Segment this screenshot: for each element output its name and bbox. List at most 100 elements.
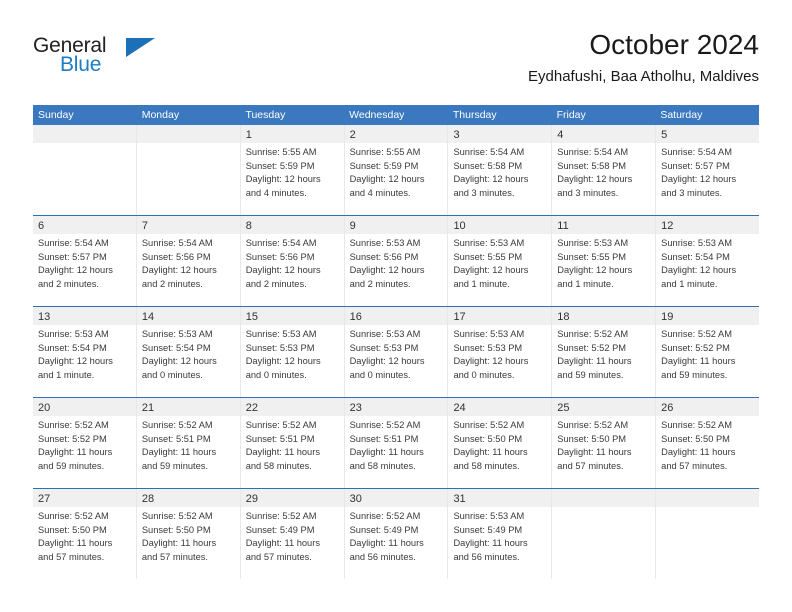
day-sunrise-text: Sunrise: 5:52 AM [38,420,109,430]
day-sunset-text: Sunset: 5:50 PM [661,433,730,444]
day-sunset-text: Sunset: 5:55 PM [557,251,627,262]
calendar-day-cell[interactable]: 1 Sunrise: 5:55 AM Sunset: 5:59 PM Daylight… [240,125,345,215]
day-daylight-line1-text: Daylight: 12 hours [661,174,737,185]
calendar-day-cell[interactable]: 4 Sunrise: 5:54 AM Sunset: 5:58 PM Daylight… [552,125,657,215]
day-sunset-text: Sunset: 5:50 PM [453,433,523,444]
day-daylight-line1-text: Daylight: 12 hours [349,174,425,185]
day-sunset-text: Sunset: 5:55 PM [453,251,523,262]
calendar-day-cell[interactable]: 22 Sunrise: 5:52 AM Sunset: 5:51 PM Dayligh… [240,398,345,488]
weekday-header-saturday: Saturday [660,109,703,121]
calendar-day-cell[interactable]: 26 Sunrise: 5:52 AM Sunset: 5:50 PM Dayligh… [656,398,760,488]
day-daylight-line1-text: Daylight: 12 hours [349,356,425,367]
calendar-day-cell[interactable]: 13 Sunrise: 5:53 AM Sunset: 5:54 PM Dayligh… [33,307,137,397]
day-sun-info: Sunrise: 5:52 AM Sunset: 5:49 PM Daylight:… [241,507,344,564]
page-header: General Blue October 2024 Eydhafushi, Ba… [33,28,759,98]
day-sun-info: Sunrise: 5:52 AM Sunset: 5:51 PM Daylight:… [345,416,448,473]
calendar-day-cell[interactable]: 23 Sunrise: 5:52 AM Sunset: 5:51 PM Dayligh… [344,398,449,488]
day-daylight-line2-text: and 59 minutes. [557,369,624,380]
day-number-band: 14 [136,307,240,325]
day-number-band: 28 [136,489,240,507]
day-number-band: 17 [448,307,552,325]
calendar-day-cell[interactable]: 3 Sunrise: 5:54 AM Sunset: 5:58 PM Daylight… [448,125,553,215]
day-sun-info: Sunrise: 5:52 AM Sunset: 5:50 PM Daylight:… [552,416,655,473]
day-sunset-text: Sunset: 5:57 PM [661,160,730,171]
day-daylight-line1-text: Daylight: 11 hours [661,356,736,367]
day-sunrise-text: Sunrise: 5:53 AM [557,238,629,248]
day-daylight-line1-text: Daylight: 12 hours [453,356,529,367]
calendar-day-cell[interactable]: 14 Sunrise: 5:53 AM Sunset: 5:54 PM Dayligh… [136,307,241,397]
calendar-day-cell[interactable]: 20 Sunrise: 5:52 AM Sunset: 5:52 PM Dayligh… [33,398,137,488]
day-daylight-line2-text: and 0 minutes. [245,369,307,380]
day-daylight-line1-text: Daylight: 11 hours [38,538,113,549]
day-number: 4 [557,129,564,141]
day-daylight-line2-text: and 4 minutes. [349,187,411,198]
calendar-day-cell[interactable]: 10 Sunrise: 5:53 AM Sunset: 5:55 PM Dayligh… [448,216,553,306]
calendar-day-cell[interactable]: 31 Sunrise: 5:53 AM Sunset: 5:49 PM Dayligh… [448,489,553,579]
day-number-band: 27 [33,489,136,507]
day-daylight-line1-text: Daylight: 11 hours [141,538,217,549]
day-daylight-line1-text: Daylight: 12 hours [245,174,321,185]
calendar-day-cell-empty [136,125,241,215]
day-number-band: 18 [552,307,656,325]
day-number: 20 [38,402,51,414]
day-sun-info: Sunrise: 5:52 AM Sunset: 5:49 PM Daylight:… [345,507,448,564]
day-daylight-line1-text: Daylight: 12 hours [557,174,633,185]
day-number: 27 [38,493,51,505]
weekday-header-thursday: Thursday [452,109,497,121]
calendar-day-cell[interactable]: 12 Sunrise: 5:53 AM Sunset: 5:54 PM Dayligh… [656,216,760,306]
day-daylight-line1-text: Daylight: 11 hours [349,447,424,458]
day-sunset-text: Sunset: 5:51 PM [349,433,419,444]
calendar-day-cell[interactable]: 21 Sunrise: 5:52 AM Sunset: 5:51 PM Dayligh… [136,398,241,488]
day-daylight-line1-text: Daylight: 12 hours [141,356,217,367]
calendar-week-row: 27 Sunrise: 5:52 AM Sunset: 5:50 PM Dayligh… [33,488,760,579]
calendar-day-cell[interactable]: 29 Sunrise: 5:52 AM Sunset: 5:49 PM Dayligh… [240,489,345,579]
day-sun-info: Sunrise: 5:52 AM Sunset: 5:51 PM Daylight:… [137,416,240,473]
day-daylight-line1-text: Daylight: 12 hours [661,265,737,276]
calendar-day-cell[interactable]: 25 Sunrise: 5:52 AM Sunset: 5:50 PM Dayligh… [552,398,657,488]
day-daylight-line2-text: and 2 minutes. [245,278,307,289]
day-daylight-line2-text: and 4 minutes. [245,187,307,198]
day-daylight-line2-text: and 59 minutes. [141,460,209,471]
calendar-day-cell[interactable]: 11 Sunrise: 5:53 AM Sunset: 5:55 PM Dayligh… [552,216,657,306]
calendar-day-cell[interactable]: 6 Sunrise: 5:54 AM Sunset: 5:57 PM Daylight… [33,216,137,306]
day-number-band: 29 [240,489,344,507]
calendar-day-cell[interactable]: 17 Sunrise: 5:53 AM Sunset: 5:53 PM Dayligh… [448,307,553,397]
day-number-band: 12 [656,216,760,234]
day-sun-info: Sunrise: 5:53 AM Sunset: 5:54 PM Daylight:… [33,325,136,382]
calendar-day-cell[interactable]: 15 Sunrise: 5:53 AM Sunset: 5:53 PM Dayligh… [240,307,345,397]
calendar-day-cell[interactable]: 16 Sunrise: 5:53 AM Sunset: 5:53 PM Dayligh… [344,307,449,397]
calendar-day-cell[interactable]: 28 Sunrise: 5:52 AM Sunset: 5:50 PM Dayligh… [136,489,241,579]
day-daylight-line2-text: and 0 minutes. [141,369,203,380]
day-sunrise-text: Sunrise: 5:54 AM [245,238,317,248]
calendar-day-cell[interactable]: 24 Sunrise: 5:52 AM Sunset: 5:50 PM Dayligh… [448,398,553,488]
calendar-day-cell-empty [552,489,657,579]
day-sun-info: Sunrise: 5:54 AM Sunset: 5:56 PM Daylight:… [241,234,344,291]
day-number: 9 [349,220,356,232]
day-sunset-text: Sunset: 5:49 PM [349,524,419,535]
day-sunrise-text: Sunrise: 5:54 AM [141,238,213,248]
day-number: 19 [661,311,674,323]
calendar-day-cell[interactable]: 2 Sunrise: 5:55 AM Sunset: 5:59 PM Daylight… [344,125,449,215]
calendar-day-cell[interactable]: 5 Sunrise: 5:54 AM Sunset: 5:57 PM Daylight… [656,125,760,215]
calendar-day-cell[interactable]: 27 Sunrise: 5:52 AM Sunset: 5:50 PM Dayligh… [33,489,137,579]
day-number-band: 4 [552,125,656,143]
calendar-day-cell[interactable]: 19 Sunrise: 5:52 AM Sunset: 5:52 PM Dayligh… [656,307,760,397]
day-daylight-line2-text: and 57 minutes. [557,460,624,471]
calendar-day-cell[interactable]: 30 Sunrise: 5:52 AM Sunset: 5:49 PM Dayligh… [344,489,449,579]
day-daylight-line1-text: Daylight: 11 hours [453,447,528,458]
calendar-day-cell[interactable]: 8 Sunrise: 5:54 AM Sunset: 5:56 PM Daylight… [240,216,345,306]
day-sunrise-text: Sunrise: 5:52 AM [245,511,317,521]
day-daylight-line2-text: and 2 minutes. [141,278,203,289]
calendar-day-cell[interactable]: 7 Sunrise: 5:54 AM Sunset: 5:56 PM Daylight… [136,216,241,306]
calendar-day-cell[interactable]: 18 Sunrise: 5:52 AM Sunset: 5:52 PM Dayligh… [552,307,657,397]
logo-text-blue: Blue [60,53,102,76]
location-subtitle: Eydhafushi, Baa Atholhu, Maldives [528,68,759,85]
calendar-day-cell[interactable]: 9 Sunrise: 5:53 AM Sunset: 5:56 PM Daylight… [344,216,449,306]
day-sunset-text: Sunset: 5:52 PM [38,433,107,444]
day-daylight-line1-text: Daylight: 12 hours [245,265,321,276]
day-sunset-text: Sunset: 5:53 PM [453,342,523,353]
day-sun-info: Sunrise: 5:55 AM Sunset: 5:59 PM Daylight:… [241,143,344,200]
day-sunrise-text: Sunrise: 5:52 AM [453,420,525,430]
day-daylight-line2-text: and 2 minutes. [349,278,411,289]
day-sunset-text: Sunset: 5:57 PM [38,251,107,262]
